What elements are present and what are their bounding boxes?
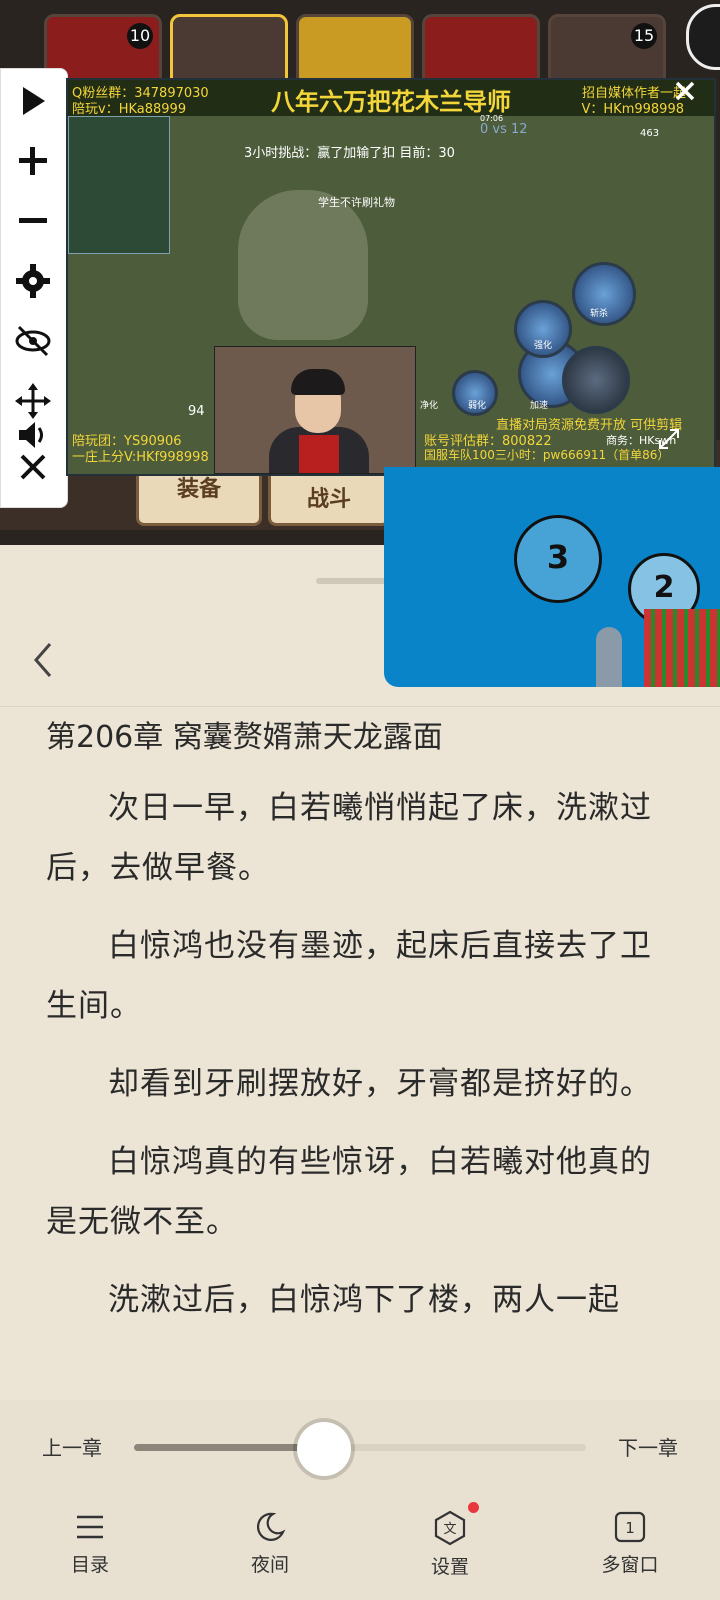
tab-toc[interactable]: 目录 (30, 1500, 150, 1577)
skill-label: 强化 (534, 341, 553, 351)
zoom-in-icon[interactable] (13, 141, 53, 181)
streamer-webcam (214, 346, 416, 474)
tab-label: 目录 (70, 1554, 109, 1576)
back-chevron-icon[interactable] (28, 638, 64, 682)
menu-icon (77, 1515, 103, 1539)
app-logo-icon (686, 4, 720, 70)
skill-label: 斩杀 (590, 309, 609, 319)
overlay-text: 一庄上分V:HKf998998 (72, 450, 209, 465)
page-indicator (328, 540, 373, 545)
mini-game-flowers (644, 609, 720, 687)
overlay-text: 国服车队100三小时：pw666911（首单86） (424, 448, 670, 462)
paragraph: 次日一早，白若曦悄悄起了床，洗漱过后，去做早餐。 (46, 790, 652, 886)
hp-value: 94 (188, 404, 205, 419)
chapter-content: 第206章 窝囊赘婿萧天龙露面 次日一早，白若曦悄悄起了床，洗漱过后，去做早餐。… (46, 712, 676, 1348)
window-count: 1 (625, 1519, 635, 1537)
score-text: 0 vs 12 (480, 122, 528, 137)
tab-multi-window[interactable]: 1 多窗口 (570, 1500, 690, 1577)
target-number: 2 (653, 570, 675, 605)
game-minimap (68, 116, 170, 254)
game-time: 07:06 (480, 114, 504, 123)
paragraph: 洗漱过后，白惊鸿下了楼，两人一起 (108, 1282, 620, 1318)
notification-dot (468, 1502, 479, 1513)
chapter-title: 第206章 窝囊赘婿萧天龙露面 (46, 720, 443, 755)
skill-label: 弱化 (468, 401, 487, 411)
slot-label: 战斗 (306, 487, 351, 512)
overlay-text: V：HKm998998 (581, 102, 684, 117)
target-marker[interactable]: 3 (514, 515, 602, 603)
close-icon[interactable] (13, 447, 53, 487)
bottom-tab-bar: 目录 夜间 文 设置 1 多窗口 (0, 1500, 720, 1600)
floating-mini-game[interactable]: 3 2 (384, 467, 720, 687)
window-count-icon: 1 (614, 1511, 646, 1543)
svg-text:文: 文 (443, 1522, 456, 1537)
zoom-out-icon[interactable] (13, 201, 53, 241)
skill-label: 加速 (530, 401, 549, 411)
text-settings-icon: 文 (434, 1510, 466, 1546)
paragraph: 白惊鸿真的有些惊讶，白若曦对他真的是无微不至。 (46, 1144, 652, 1240)
paragraph: 白惊鸿也没有墨迹，起床后直接去了卫生间。 (46, 928, 652, 1024)
moon-icon (256, 1512, 286, 1541)
floating-stream-video[interactable]: 八年六万把花木兰导师 Q粉丝群：347897030 陪玩v：HKa88999 招… (66, 78, 716, 476)
tab-label: 设置 (430, 1556, 469, 1578)
expand-icon[interactable] (656, 426, 682, 452)
next-chapter-button[interactable]: 下一章 (618, 1432, 678, 1461)
tab-night-mode[interactable]: 夜间 (210, 1500, 330, 1577)
play-icon[interactable] (13, 81, 53, 121)
tile-badge: 10 (127, 23, 153, 49)
eye-off-icon[interactable] (13, 321, 53, 361)
prev-chapter-button[interactable]: 上一章 (42, 1432, 102, 1461)
target-number: 3 (546, 538, 570, 576)
progress-fill (134, 1444, 324, 1451)
close-video-icon[interactable] (670, 76, 700, 106)
gear-icon[interactable] (13, 261, 53, 301)
tab-label: 夜间 (250, 1554, 289, 1576)
slider-thumb[interactable] (296, 1422, 351, 1476)
challenge-text: 3小时挑战：赢了加输了扣 目前：30 (244, 146, 455, 161)
chapter-progress-slider[interactable] (134, 1444, 586, 1451)
gold-count: 463 (640, 128, 660, 139)
float-window-toolbar (0, 68, 68, 508)
tab-settings[interactable]: 文 设置 (390, 1500, 510, 1579)
skill-label: 净化 (420, 401, 439, 411)
mini-game-tower (596, 627, 622, 687)
attack-button (562, 346, 630, 414)
paragraph: 却看到牙刷摆放好，牙膏都是挤好的。 (108, 1066, 652, 1102)
overlay-text: 陪玩v：HKa88999 (72, 102, 187, 117)
divider (0, 706, 720, 707)
tab-label: 多窗口 (601, 1554, 659, 1576)
tile-badge: 15 (631, 23, 657, 49)
game-scene-rock (238, 190, 368, 340)
player-name-tag: 学生不许刷礼物 (318, 196, 395, 209)
